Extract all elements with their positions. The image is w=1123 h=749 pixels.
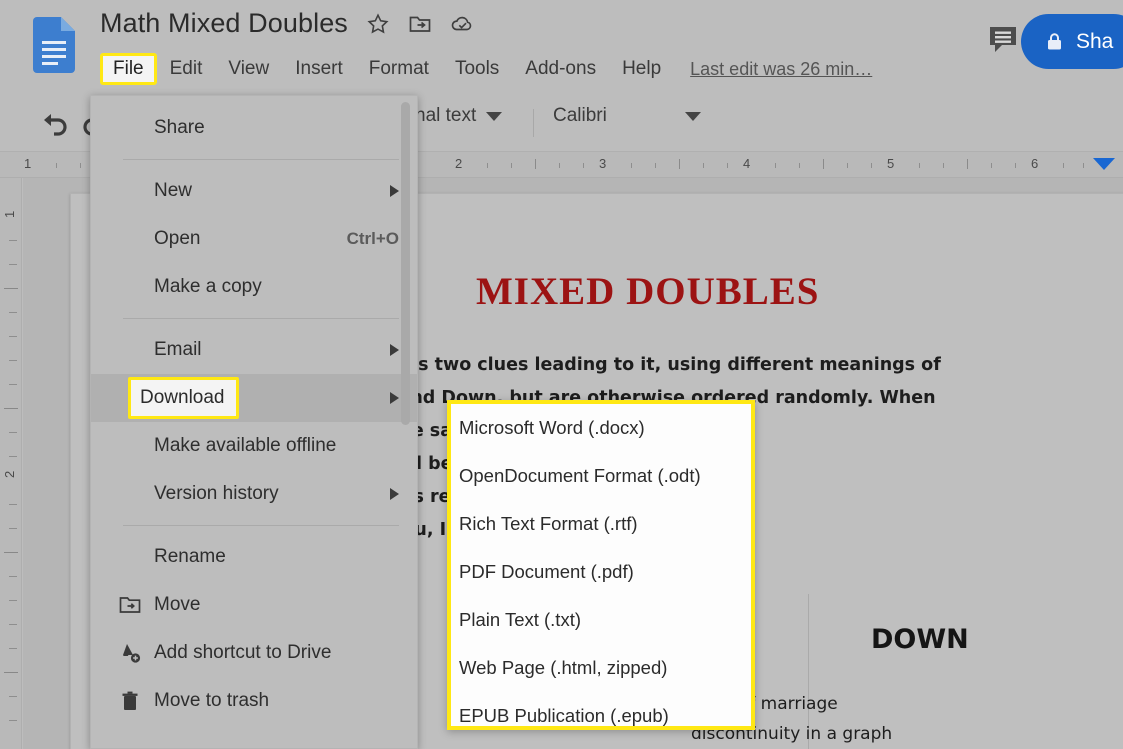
menu-item-edit[interactable]: Edit [157,53,216,85]
font-family-dropdown[interactable]: Calibri [553,105,701,127]
menu-label: Version history [154,483,279,504]
menu-label: Open [154,228,201,249]
menu-item-help[interactable]: Help [609,53,674,85]
download-option-epub[interactable]: EPUB Publication (.epub) [451,692,751,726]
menu-item-file[interactable]: File [100,53,157,85]
file-menu-item-version-history[interactable]: Version history [91,470,417,518]
menu-label: New [154,180,193,201]
chevron-right-icon [390,488,399,500]
lock-icon [1044,31,1065,52]
file-menu-item-move-to-trash[interactable]: Move to trash [91,677,417,725]
ruler-number: 1 [24,156,32,171]
ruler-number: 2 [455,156,463,171]
ruler-number: 1 [2,210,17,218]
down-section-heading: DOWN [871,624,969,655]
menu-divider [123,318,399,319]
last-edit-link[interactable]: Last edit was 26 min… [690,56,872,82]
menu-shortcut: Ctrl+O [346,229,399,248]
drive-add-icon [119,642,141,664]
chevron-down-icon [685,111,701,121]
trash-icon [119,690,141,712]
menu-scrollbar[interactable] [401,102,410,425]
ruler-number: 6 [1031,156,1039,171]
menu-label: Move [154,594,201,615]
vertical-ruler[interactable]: 1 2 [0,178,22,749]
file-menu-item-download[interactable]: Download [91,374,417,422]
undo-icon[interactable] [38,108,70,143]
chevron-right-icon [390,392,399,404]
comment-icon[interactable] [986,22,1020,56]
menu-item-format[interactable]: Format [356,53,442,85]
file-menu-item-share[interactable]: Share [91,104,417,152]
share-button-label: Sha [1076,29,1114,53]
menu-label: Make available offline [154,435,337,456]
chevron-right-icon [390,344,399,356]
menu-label: Email [154,339,202,360]
menu-item-addons[interactable]: Add-ons [512,53,609,85]
paragraph-style-dropdown[interactable]: nal text [415,105,503,127]
ruler-number: 4 [743,156,751,171]
move-to-folder-icon[interactable] [408,12,432,36]
file-menu-item-add-shortcut-to-drive[interactable]: Add shortcut to Drive [91,629,417,677]
right-indent-marker[interactable] [1093,158,1115,170]
file-menu-item-make-a-copy[interactable]: Make a copy [91,263,417,311]
menu-bar: File Edit View Insert Format Tools Add-o… [100,53,872,85]
menu-divider [123,525,399,526]
file-menu-item-email[interactable]: Email [91,326,417,374]
menu-item-insert[interactable]: Insert [282,53,356,85]
file-menu-item-make-available-offline[interactable]: Make available offline [91,422,417,470]
file-menu-dropdown[interactable]: Share New Open Ctrl+O Make a copy Email … [90,95,418,749]
paragraph-style-value: nal text [415,105,477,126]
menu-item-view[interactable]: View [215,53,282,85]
download-option-html[interactable]: Web Page (.html, zipped) [451,644,751,692]
menu-label: Make a copy [154,276,262,297]
menu-divider [123,159,399,160]
file-menu-item-new[interactable]: New [91,167,417,215]
menu-label: Download [128,377,239,419]
download-option-rtf[interactable]: Rich Text Format (.rtf) [451,500,751,548]
page-title[interactable]: Math Mixed Doubles [100,8,348,39]
document-heading: MIXED DOUBLES [476,270,820,313]
header-bar: Math Mixed Doubles File Edit View Insert… [0,0,1123,95]
download-option-pdf[interactable]: PDF Document (.pdf) [451,548,751,596]
font-family-value: Calibri [553,105,607,126]
file-menu-item-open[interactable]: Open Ctrl+O [91,215,417,263]
title-row: Math Mixed Doubles [100,8,474,39]
download-option-odt[interactable]: OpenDocument Format (.odt) [451,452,751,500]
file-menu-item-move[interactable]: Move [91,581,417,629]
menu-item-tools[interactable]: Tools [442,53,512,85]
download-submenu[interactable]: Microsoft Word (.docx) OpenDocument Form… [447,400,755,730]
menu-label: Add shortcut to Drive [154,642,332,663]
menu-label: Rename [154,546,226,567]
file-menu-item-rename[interactable]: Rename [91,533,417,581]
download-option-docx[interactable]: Microsoft Word (.docx) [451,404,751,452]
ruler-number: 5 [887,156,895,171]
menu-label: Move to trash [154,690,270,711]
share-button[interactable]: Sha [1021,14,1123,69]
cloud-saved-icon[interactable] [450,12,474,36]
move-folder-icon [119,594,141,616]
docs-logo-icon [33,17,75,73]
toolbar-divider [533,109,534,137]
ruler-number: 3 [599,156,607,171]
chevron-down-icon [486,111,503,121]
google-docs-window: Math Mixed Doubles File Edit View Insert… [0,0,1123,749]
chevron-right-icon [390,185,399,197]
download-option-txt[interactable]: Plain Text (.txt) [451,596,751,644]
menu-label: Share [154,117,205,138]
ruler-number: 2 [2,470,17,478]
star-icon[interactable] [366,12,390,36]
